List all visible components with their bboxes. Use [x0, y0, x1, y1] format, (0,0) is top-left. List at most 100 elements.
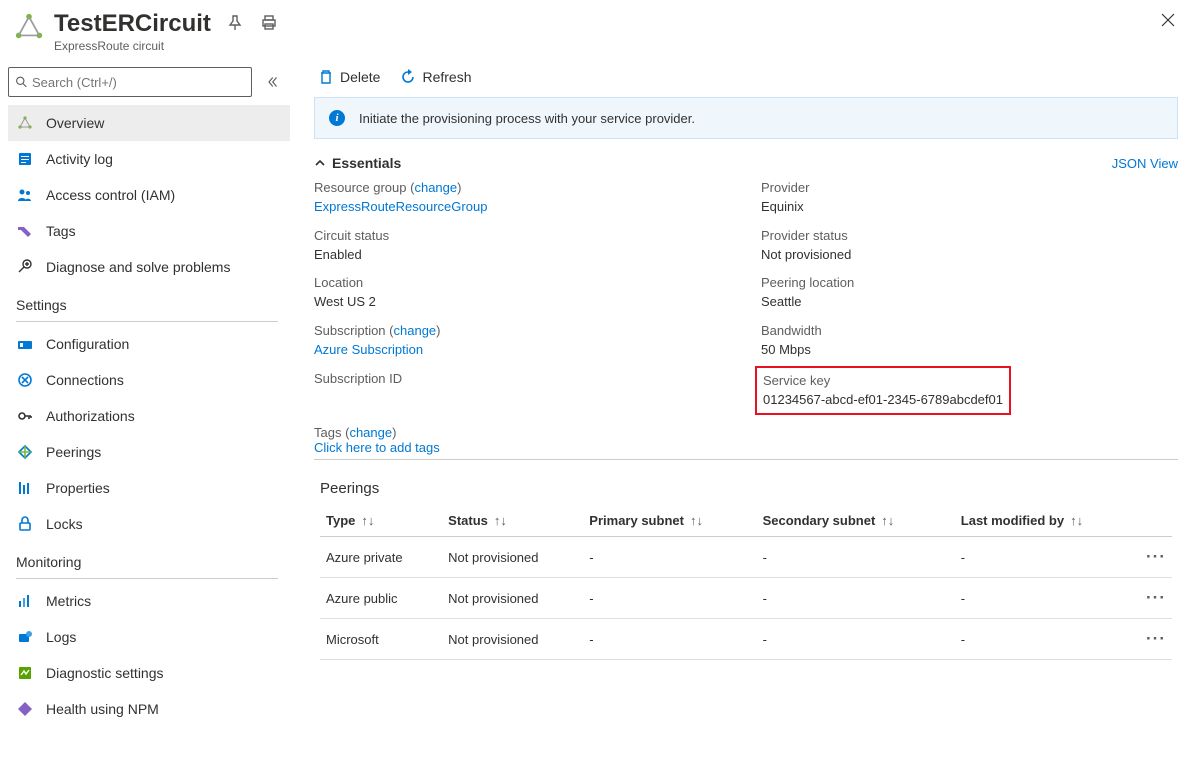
sidebar-item-label: Peerings: [46, 444, 101, 460]
peerings-icon: [16, 443, 34, 461]
pin-icon[interactable]: [227, 15, 243, 31]
sidebar-item-diagnose[interactable]: Diagnose and solve problems: [8, 249, 290, 285]
table-row[interactable]: Azure private Not provisioned - - - ···: [320, 537, 1172, 578]
toolbar: Delete Refresh: [314, 59, 1178, 97]
col-secondary[interactable]: Secondary subnet↑↓: [757, 505, 955, 537]
search-input[interactable]: [32, 75, 245, 90]
sidebar-item-label: Diagnose and solve problems: [46, 259, 230, 275]
diagnose-icon: [16, 258, 34, 276]
search-input-wrapper[interactable]: [8, 67, 252, 97]
print-icon[interactable]: [261, 15, 277, 31]
configuration-icon: [16, 335, 34, 353]
sidebar-item-locks[interactable]: Locks: [8, 506, 290, 542]
sidebar-item-label: Activity log: [46, 151, 113, 167]
cell-status: Not provisioned: [442, 537, 583, 578]
sidebar-item-peerings[interactable]: Peerings: [8, 434, 290, 470]
refresh-label: Refresh: [422, 69, 471, 85]
sidebar-item-access-control[interactable]: Access control (IAM): [8, 177, 290, 213]
cell-primary: -: [583, 537, 756, 578]
cell-primary: -: [583, 578, 756, 619]
sidebar-item-health-npm[interactable]: Health using NPM: [8, 691, 290, 727]
cell-type: Azure public: [320, 578, 442, 619]
sidebar-item-label: Access control (IAM): [46, 187, 175, 203]
essentials-grid: Resource group (change) ExpressRouteReso…: [314, 179, 1178, 411]
sidebar: Overview Activity log Access control (IA…: [0, 59, 290, 773]
delete-label: Delete: [340, 69, 380, 85]
peerings-title: Peerings: [320, 480, 1172, 497]
delete-button[interactable]: Delete: [318, 69, 380, 85]
row-menu-icon[interactable]: ···: [1140, 537, 1172, 578]
table-row[interactable]: Azure public Not provisioned - - - ···: [320, 578, 1172, 619]
cell-secondary: -: [757, 619, 955, 660]
provider-value: Equinix: [761, 198, 1178, 217]
sidebar-item-configuration[interactable]: Configuration: [8, 326, 290, 362]
sidebar-item-label: Locks: [46, 516, 83, 532]
circuit-status-value: Enabled: [314, 246, 731, 265]
page-title: TestERCircuit: [54, 10, 211, 38]
sidebar-item-label: Diagnostic settings: [46, 665, 164, 681]
row-menu-icon[interactable]: ···: [1140, 619, 1172, 660]
sidebar-item-logs[interactable]: Logs: [8, 619, 290, 655]
refresh-button[interactable]: Refresh: [400, 69, 471, 85]
row-menu-icon[interactable]: ···: [1140, 578, 1172, 619]
change-tags-link[interactable]: change: [349, 425, 392, 440]
connections-icon: [16, 371, 34, 389]
col-status[interactable]: Status↑↓: [442, 505, 583, 537]
sidebar-item-overview[interactable]: Overview: [8, 105, 290, 141]
cell-type: Microsoft: [320, 619, 442, 660]
cell-type: Azure private: [320, 537, 442, 578]
cell-secondary: -: [757, 537, 955, 578]
provider-status-label: Provider status: [761, 227, 1178, 246]
sidebar-item-label: Properties: [46, 480, 110, 496]
change-rg-link[interactable]: change: [414, 180, 457, 195]
search-icon: [15, 75, 28, 89]
sidebar-item-label: Metrics: [46, 593, 91, 609]
subscription-value-link[interactable]: Azure Subscription: [314, 342, 423, 357]
collapse-sidebar-icon[interactable]: [262, 72, 282, 92]
service-key-highlight: Service key 01234567-abcd-ef01-2345-6789…: [755, 366, 1011, 416]
cell-lastmod: -: [955, 619, 1140, 660]
table-row[interactable]: Microsoft Not provisioned - - - ···: [320, 619, 1172, 660]
chevron-up-icon: [314, 157, 326, 169]
sidebar-item-authorizations[interactable]: Authorizations: [8, 398, 290, 434]
info-banner: i Initiate the provisioning process with…: [314, 97, 1178, 139]
cell-lastmod: -: [955, 578, 1140, 619]
circuit-status-label: Circuit status: [314, 227, 731, 246]
main-content: Delete Refresh i Initiate the provisioni…: [290, 59, 1200, 773]
col-primary[interactable]: Primary subnet↑↓: [583, 505, 756, 537]
json-view-link[interactable]: JSON View: [1112, 156, 1178, 171]
service-key-value: 01234567-abcd-ef01-2345-6789abcdef01: [763, 391, 1003, 410]
health-npm-icon: [16, 700, 34, 718]
info-icon: i: [329, 110, 345, 126]
subscription-label: Subscription: [314, 323, 386, 338]
sidebar-item-label: Authorizations: [46, 408, 135, 424]
info-banner-text: Initiate the provisioning process with y…: [359, 111, 695, 126]
cell-lastmod: -: [955, 537, 1140, 578]
sidebar-item-label: Overview: [46, 115, 104, 131]
sidebar-item-diagnostic-settings[interactable]: Diagnostic settings: [8, 655, 290, 691]
cell-secondary: -: [757, 578, 955, 619]
blade-header: TestERCircuit ExpressRoute circuit: [0, 0, 1200, 59]
col-lastmod[interactable]: Last modified by↑↓: [955, 505, 1140, 537]
sidebar-item-metrics[interactable]: Metrics: [8, 583, 290, 619]
sidebar-item-activity-log[interactable]: Activity log: [8, 141, 290, 177]
change-sub-link[interactable]: change: [394, 323, 437, 338]
resource-type-icon: [14, 12, 44, 42]
add-tags-link[interactable]: Click here to add tags: [314, 440, 440, 455]
sidebar-item-properties[interactable]: Properties: [8, 470, 290, 506]
close-icon[interactable]: [1160, 12, 1180, 32]
sidebar-item-connections[interactable]: Connections: [8, 362, 290, 398]
bandwidth-label: Bandwidth: [761, 322, 1178, 341]
divider: [16, 578, 278, 579]
sidebar-item-label: Connections: [46, 372, 124, 388]
bandwidth-value: 50 Mbps: [761, 341, 1178, 360]
sidebar-item-tags[interactable]: Tags: [8, 213, 290, 249]
essentials-toggle[interactable]: Essentials: [314, 155, 401, 171]
peerings-section: Peerings Type↑↓ Status↑↓ Primary subnet↑…: [314, 480, 1178, 660]
delete-icon: [318, 69, 334, 85]
diagnostic-settings-icon: [16, 664, 34, 682]
overview-icon: [16, 114, 34, 132]
rg-value-link[interactable]: ExpressRouteResourceGroup: [314, 199, 487, 214]
location-value: West US 2: [314, 293, 731, 312]
col-type[interactable]: Type↑↓: [320, 505, 442, 537]
